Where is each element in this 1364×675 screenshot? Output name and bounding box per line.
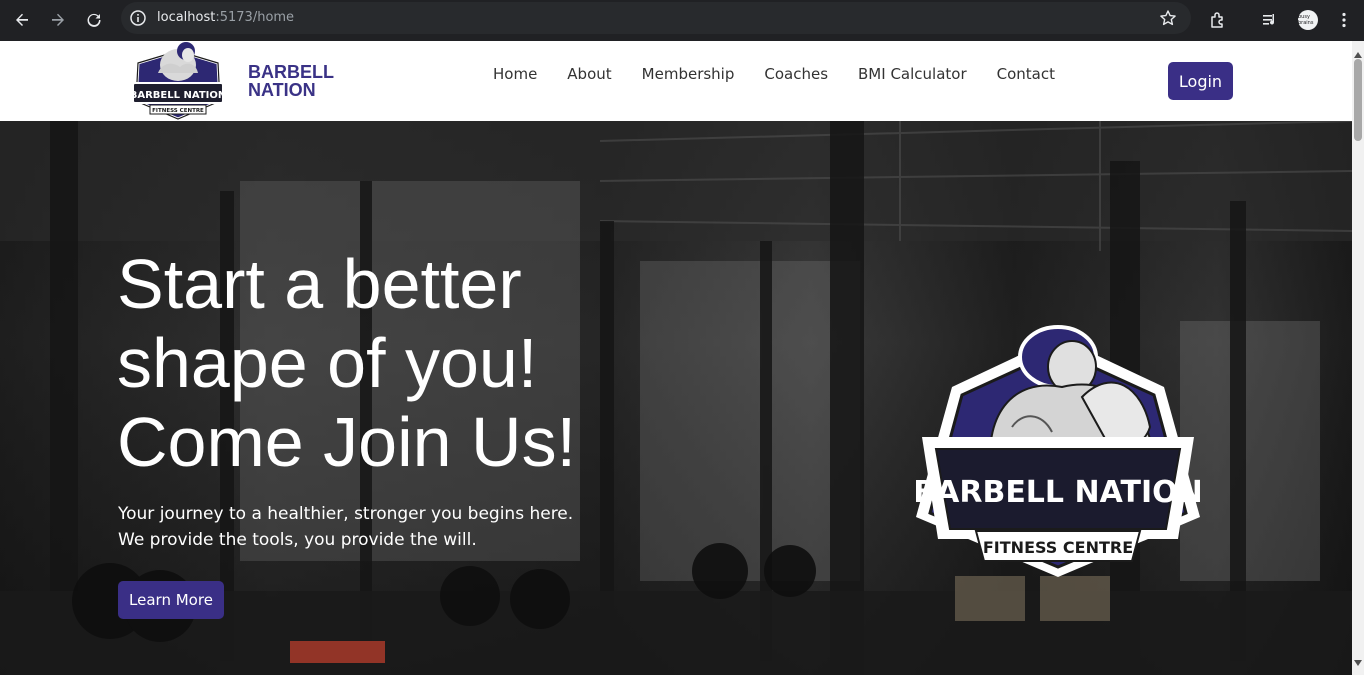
svg-text:BARBELL NATION: BARBELL NATION	[130, 90, 226, 101]
nav-contact[interactable]: Contact	[997, 65, 1055, 83]
reload-icon[interactable]	[80, 6, 108, 34]
avatar-text: busy brains	[1298, 10, 1318, 30]
hero-logo: BARBELL NATION FITNESS CENTRE	[912, 277, 1204, 581]
address-bar[interactable]: localhost:5173/home	[121, 2, 1191, 34]
extensions-icon[interactable]	[1204, 6, 1232, 34]
header-logo[interactable]: BARBELL NATION FITNESS CENTRE	[128, 41, 228, 121]
site-header: BARBELL NATION FITNESS CENTRE BARBELL NA…	[0, 41, 1352, 121]
nav-home[interactable]: Home	[493, 65, 537, 83]
nav-membership[interactable]: Membership	[642, 65, 735, 83]
brand-line-1: BARBELL	[248, 62, 334, 82]
hero-title-line-1: Start a better	[117, 245, 522, 323]
url-host: localhost	[157, 10, 216, 25]
media-icon[interactable]	[1256, 6, 1284, 34]
url-path: :5173/home	[215, 10, 295, 25]
profile-avatar[interactable]: busy brains	[1294, 6, 1322, 34]
url-text: localhost:5173/home	[157, 10, 294, 25]
brand-name[interactable]: BARBELL NATION	[248, 63, 334, 99]
hero-section: Start a better shape of you! Come Join U…	[0, 121, 1352, 675]
hero-title-line-3: Come Join Us!	[117, 403, 577, 481]
learn-more-button[interactable]: Learn More	[118, 581, 224, 619]
page-scrollbar[interactable]	[1352, 41, 1364, 675]
forward-icon[interactable]	[44, 6, 72, 34]
hero-title: Start a better shape of you! Come Join U…	[117, 245, 637, 482]
nav-coaches[interactable]: Coaches	[764, 65, 828, 83]
bookmark-star-icon[interactable]	[1159, 9, 1177, 32]
brand-line-2: NATION	[248, 80, 316, 100]
hero-logo-subtitle: FITNESS CENTRE	[983, 538, 1133, 557]
browser-toolbar: localhost:5173/home busy brains	[0, 0, 1364, 41]
nav-bmi-calculator[interactable]: BMI Calculator	[858, 65, 967, 83]
back-icon[interactable]	[8, 6, 36, 34]
menu-icon[interactable]	[1330, 6, 1358, 34]
main-nav: Home About Membership Coaches BMI Calcul…	[493, 65, 1085, 83]
hero-title-line-2: shape of you!	[117, 324, 538, 402]
svg-text:FITNESS CENTRE: FITNESS CENTRE	[152, 108, 204, 114]
scrollbar-thumb[interactable]	[1354, 59, 1362, 141]
hero-logo-name: BARBELL NATION	[913, 475, 1202, 510]
site-info-icon[interactable]	[129, 9, 147, 27]
nav-about[interactable]: About	[567, 65, 611, 83]
hero-subtitle: Your journey to a healthier, stronger yo…	[118, 504, 574, 550]
login-button[interactable]: Login	[1168, 62, 1233, 100]
scroll-down-icon[interactable]	[1354, 653, 1362, 671]
